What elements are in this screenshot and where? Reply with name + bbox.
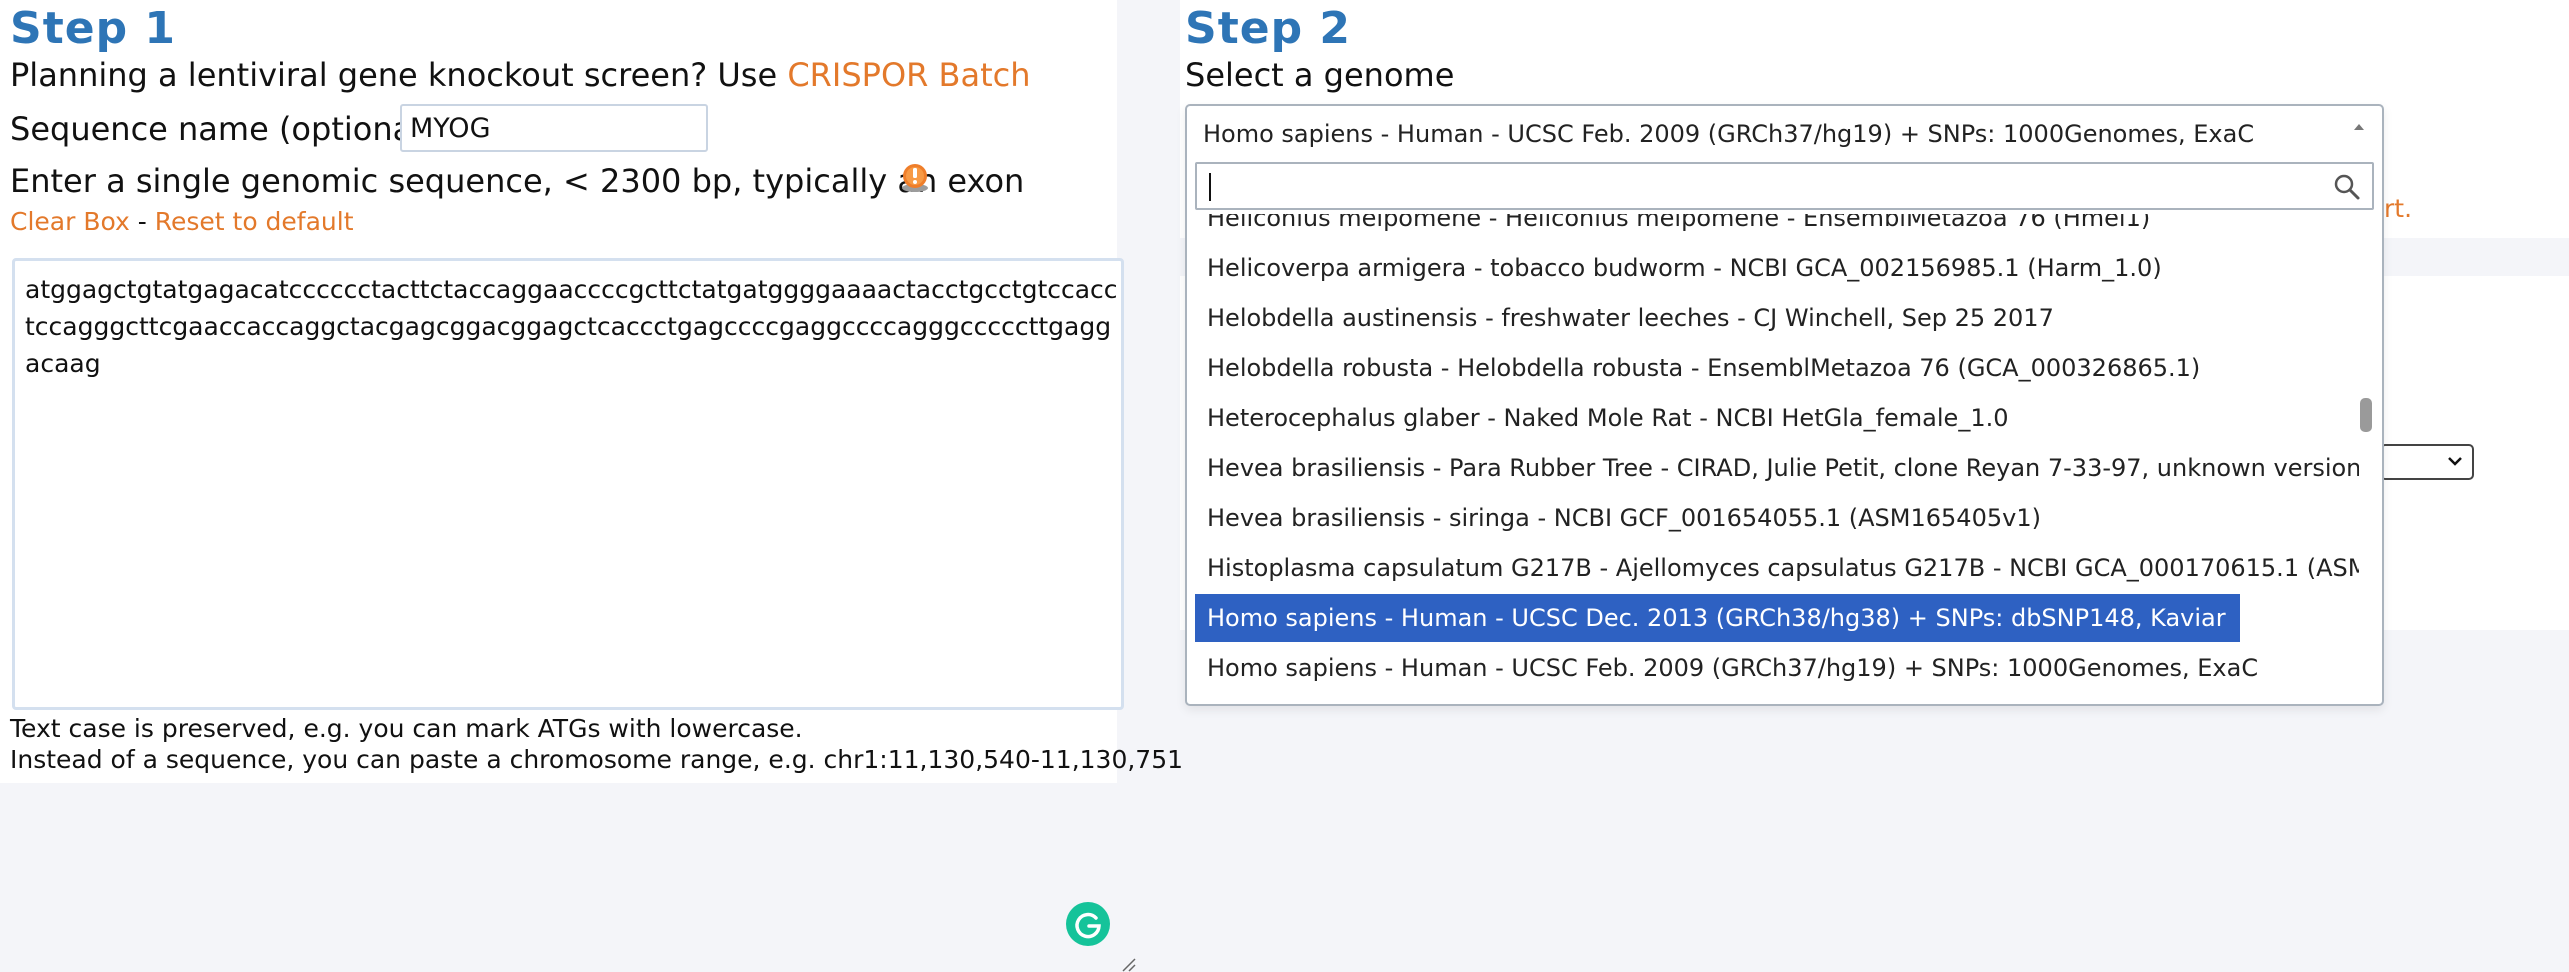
warning-icon[interactable] [900,163,930,193]
genome-options-list[interactable]: Heliconius melpomene - Heliconius melpom… [1189,214,2359,704]
intro-text: Planning a lentiviral gene knockout scre… [10,56,788,94]
genome-option[interactable]: Hevea brasiliensis - Para Rubber Tree - … [1195,444,2359,492]
step1-heading: Step 1 [10,3,176,54]
hint-chrom-range: Instead of a sequence, you can paste a c… [10,745,1184,774]
select-genome-label: Select a genome [1185,56,1455,94]
text-caret [1209,173,1211,201]
sequence-textarea[interactable]: atggagctgtatgagacatcccccctacttctaccaggaa… [12,258,1136,972]
clear-box-link[interactable]: Clear Box [10,207,130,236]
sequence-text[interactable]: atggagctgtatgagacatcccccctacttctaccaggaa… [25,271,1125,382]
genome-selected-value[interactable]: Homo sapiens - Human - UCSC Feb. 2009 (G… [1203,114,2254,154]
exon-label: Enter a single genomic sequence, < 2300 … [10,162,1025,200]
resize-handle-icon[interactable] [1120,956,1136,972]
chevron-down-icon [2448,457,2462,466]
step2-heading: Step 2 [1185,3,1351,54]
genome-option[interactable]: Heterocephalus glaber - Naked Mole Rat -… [1195,394,2022,442]
genome-option[interactable]: Homo sapiens - Human - UCSC Dec. 2013 (G… [1195,594,2240,642]
seqname-input[interactable] [400,104,708,152]
genome-option[interactable]: Heliconius melpomene - Heliconius melpom… [1195,214,2164,242]
seqname-label: Sequence name (optional): [10,110,445,148]
background-select[interactable] [2380,444,2474,480]
genome-dropdown[interactable]: Homo sapiens - Human - UCSC Feb. 2009 (G… [1185,104,2384,706]
clear-reset-row: Clear Box - Reset to default [10,205,354,239]
dropdown-scrollbar-thumb[interactable] [2360,398,2372,432]
search-icon [2334,174,2360,200]
hint-case: Text case is preserved, e.g. you can mar… [10,714,803,743]
crispor-batch-link[interactable]: CRISPOR Batch [787,56,1030,94]
genome-option[interactable]: Homo sapiens - Human - UCSC Feb. 2009 (G… [1195,644,2272,692]
genome-option[interactable]: Helobdella robusta - Helobdella robusta … [1195,344,2214,392]
genome-option[interactable]: Helobdella austinensis - freshwater leec… [1195,294,2068,342]
link-separator: - [129,207,155,236]
genome-option[interactable]: Histoplasma capsulatum G217B - Ajellomyc… [1195,544,2359,592]
grammarly-icon[interactable] [1065,901,1111,947]
step1-intro: Planning a lentiviral gene knockout scre… [10,54,1031,96]
genome-search-input[interactable] [1195,162,2374,210]
hidden-link-fragment[interactable]: rt. [2384,192,2412,226]
dropdown-arrow-up-icon[interactable] [2350,118,2368,136]
genome-option[interactable]: Helicoverpa armigera - tobacco budworm -… [1195,244,2176,292]
reset-default-link[interactable]: Reset to default [155,207,354,236]
genome-option[interactable]: Hevea brasiliensis - siringa - NCBI GCF_… [1195,494,2055,542]
